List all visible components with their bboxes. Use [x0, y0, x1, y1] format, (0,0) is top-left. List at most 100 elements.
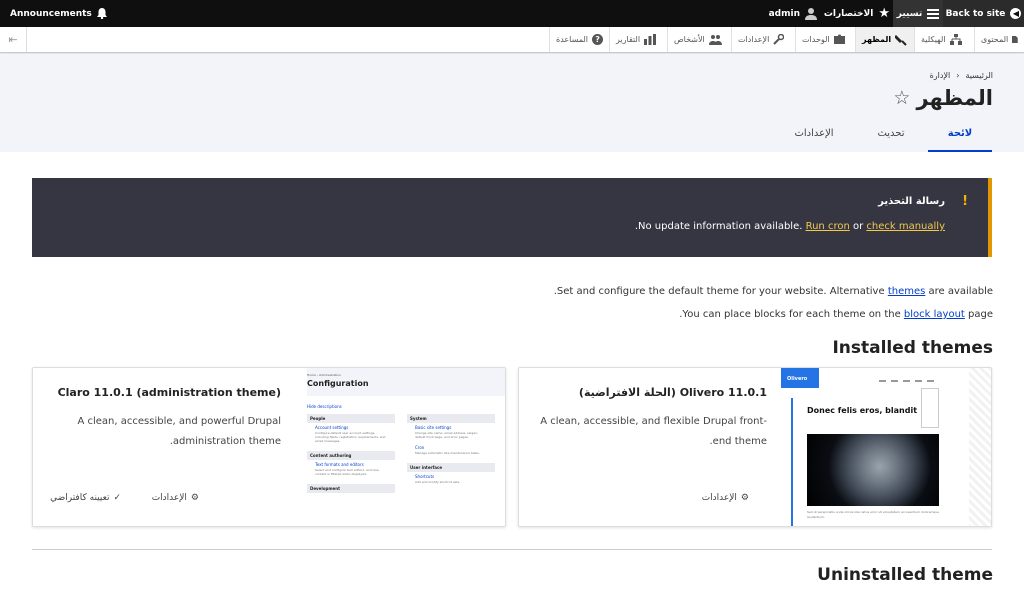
settings-label: الإعدادات [701, 493, 737, 503]
warning-or: or [849, 221, 867, 232]
file-icon [1012, 35, 1018, 44]
warning-text: No update information available. Run cro… [635, 221, 945, 232]
olivero-accent-line [791, 398, 793, 526]
olivero-screenshot: Olivero Donec felis eros, blandit Sed ut… [781, 368, 991, 526]
tray-item-label: المساعدة [556, 35, 589, 44]
manage-label: تسيير [896, 8, 923, 19]
group-link: Account settings [315, 425, 349, 430]
group-title: User interface [407, 463, 495, 472]
admin-toolbar: Back to site ◀ تسيير الاختصارات ★ admin … [0, 0, 1024, 27]
tray-item-reports[interactable]: التقارير [609, 27, 667, 52]
warning-title: رسالة التحذير [878, 196, 945, 207]
group-link-desc: Configure default user account settings,… [315, 431, 386, 443]
group-title: Content authoring [307, 451, 395, 460]
tray-item-label: الأشخاص [674, 35, 705, 44]
group-title: Development [307, 484, 395, 493]
olivero-nav [879, 380, 935, 382]
tray-item-structure[interactable]: الهيكلية [914, 27, 974, 52]
olivero-hero-title: Donec felis eros, blandit [807, 406, 918, 415]
group-link-desc: Manage automatic site maintenance tasks. [415, 451, 480, 455]
tray-item-extend[interactable]: الوحدات [795, 27, 855, 52]
claro-breadcrumb: Home › Administration [307, 373, 341, 377]
claro-column-right: System Basic site settings Change site n… [407, 414, 495, 488]
bell-icon [96, 8, 107, 19]
themes-link[interactable]: themes [888, 286, 926, 297]
wrench-icon [773, 34, 785, 45]
page-header: الرئيسية ‹ الإدارة المظهر ☆ لائحة تحديث … [0, 54, 1024, 152]
tray-item-label: التقارير [616, 35, 641, 44]
warning-text-start: No update information available. [638, 221, 806, 232]
olivero-settings-link[interactable]: ⚙ الإعدادات [702, 493, 749, 503]
user-menu-button[interactable]: admin [769, 0, 817, 27]
announcements-button[interactable]: Announcements [10, 0, 107, 27]
back-to-site-label: Back to site [945, 8, 1006, 19]
claro-settings-link[interactable]: ⚙ الإعدادات [152, 493, 199, 503]
puzzle-icon [833, 34, 845, 44]
arrow-collapse-icon: ⇤ [8, 33, 18, 46]
tray-item-label: الهيكلية [921, 35, 946, 44]
tray-item-label: الوحدات [802, 35, 830, 44]
installed-themes-heading: Installed themes [832, 338, 993, 358]
collapse-tray-button[interactable]: ⇤ [0, 27, 27, 52]
olivero-body-text: Sed ut perspiciatis unde omnis iste natu… [807, 510, 940, 519]
shortcuts-label: الاختصارات [823, 8, 874, 19]
tray-item-config[interactable]: الإعدادات [731, 27, 795, 52]
settings-label: الإعدادات [151, 493, 187, 503]
star-icon: ★ [878, 6, 890, 21]
claro-heading: Configuration [307, 379, 369, 388]
theme-card-olivero: Olivero Donec felis eros, blandit Sed ut… [518, 367, 992, 527]
check-manually-link[interactable]: check manually [866, 221, 945, 232]
warning-message: ! رسالة التحذير No update information av… [32, 178, 992, 257]
tray-item-help[interactable]: المساعدة ? [549, 27, 609, 52]
theme-title: Claro 11.0.1 (administration theme) [57, 386, 281, 399]
block-layout-link[interactable]: block layout [904, 309, 965, 320]
theme-description: A clean, accessible, and flexible Drupal… [540, 416, 767, 447]
paint-icon [895, 34, 907, 46]
structure-icon [949, 34, 962, 45]
earth-image [807, 434, 939, 506]
claro-column-left: People Account settings Configure defaul… [307, 414, 395, 493]
back-to-site-link[interactable]: Back to site ◀ [943, 0, 1024, 27]
admin-tray: المحتوى الهيكلية المظهر الوحدات الإعدادا… [0, 27, 1024, 53]
group-title: System [407, 414, 495, 423]
tab-update[interactable]: تحديث [866, 128, 916, 152]
gear-icon: ⚙ [190, 493, 199, 503]
intro-line-1-start: Set and configure the default theme for … [556, 286, 888, 297]
tray-item-appearance[interactable]: المظهر [855, 27, 914, 52]
warning-icon: ! [962, 194, 968, 209]
intro-line-2-start: You can place blocks for each theme on t… [682, 309, 904, 320]
tab-settings[interactable]: الإعدادات [784, 128, 844, 152]
group-link-desc: Select and configure text editors, and h… [315, 468, 379, 476]
claro-hide-descriptions: Hide descriptions [307, 404, 342, 409]
olivero-logo: Olivero [781, 368, 819, 388]
set-default-label: تعيينه كافتراضي [50, 493, 110, 503]
tray-item-label: الإعدادات [738, 35, 770, 44]
tray-item-label: المظهر [862, 35, 892, 44]
breadcrumb-admin[interactable]: الإدارة [930, 71, 951, 80]
breadcrumb: الرئيسية ‹ الإدارة [930, 71, 993, 80]
people-icon [708, 35, 722, 45]
group-title: People [307, 414, 395, 423]
breadcrumb-separator: ‹ [956, 71, 960, 80]
tray-item-label: المحتوى [981, 35, 1009, 44]
shortcut-star-icon[interactable]: ☆ [893, 87, 910, 109]
checkmark-icon: ✓ [113, 493, 121, 503]
theme-description: A clean, accessible, and powerful Drupal… [77, 416, 281, 447]
tab-list[interactable]: لائحة [928, 128, 992, 152]
claro-screenshot: Home › Administration Configuration Hide… [307, 368, 505, 526]
section-divider [32, 549, 992, 550]
shortcuts-menu-button[interactable]: الاختصارات ★ [824, 0, 890, 27]
chart-icon [644, 34, 657, 45]
tray-item-content[interactable]: المحتوى [974, 27, 1024, 52]
page-title: المظهر ☆ [893, 86, 993, 110]
hamburger-icon [927, 8, 940, 19]
intro-line-2: You can place blocks for each theme on t… [679, 309, 993, 320]
arrow-left-circle-icon: ◀ [1010, 8, 1022, 19]
group-link: Basic site settings [415, 425, 452, 430]
claro-set-default-link[interactable]: ✓ تعيينه كافتراضي [50, 493, 121, 503]
group-link: Text formats and editors [315, 462, 364, 467]
run-cron-link[interactable]: Run cron [806, 221, 850, 232]
tray-item-people[interactable]: الأشخاص [667, 27, 731, 52]
manage-menu-button[interactable]: تسيير [893, 0, 943, 27]
breadcrumb-home[interactable]: الرئيسية [965, 71, 993, 80]
